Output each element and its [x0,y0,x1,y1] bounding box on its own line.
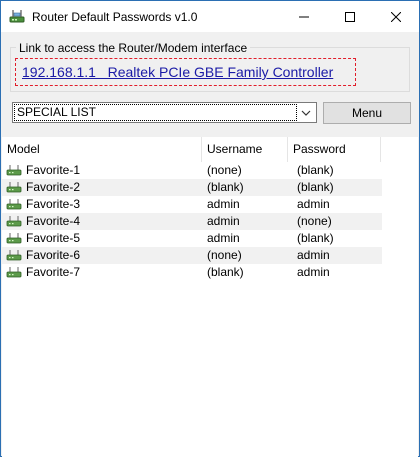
password-cell: (none) [297,214,332,228]
username-cell: (none) [207,248,242,262]
password-cell: (blank) [297,231,334,245]
table-row[interactable]: Favorite-7 (blank) admin [2,264,382,281]
model-cell: Favorite-5 [26,231,81,245]
column-header-username[interactable]: Username [202,137,288,162]
close-icon [391,11,401,22]
router-device-icon [6,182,22,193]
username-cell: admin [207,231,240,245]
list-select[interactable]: SPECIAL LIST [12,102,317,123]
model-cell: Favorite-7 [26,265,81,279]
maximize-icon [345,11,355,22]
model-cell: Favorite-3 [26,197,81,211]
router-list-view[interactable]: Model Username Password Favorite-1 (none… [2,137,418,457]
table-row[interactable]: Favorite-3 admin admin [2,196,382,213]
password-cell: admin [297,248,330,262]
menu-button[interactable]: Menu [323,102,411,124]
table-row[interactable]: Favorite-5 admin (blank) [2,230,382,247]
model-cell: Favorite-6 [26,248,81,262]
router-interface-link[interactable]: 192.168.1.1 Realtek PCIe GBE Family Cont… [22,64,333,80]
table-row[interactable]: Favorite-1 (none) (blank) [2,162,382,179]
router-app-icon [9,10,25,23]
column-header-model[interactable]: Model [2,137,202,162]
password-cell: admin [297,197,330,211]
router-device-icon [6,250,22,261]
model-cell: Favorite-4 [26,214,81,228]
password-cell: admin [297,265,330,279]
table-row[interactable]: Favorite-4 admin (none) [2,213,382,230]
list-header: Model Username Password [2,137,418,162]
close-button[interactable] [373,1,419,32]
table-row[interactable]: Favorite-6 (none) admin [2,247,382,264]
router-device-icon [6,165,22,176]
router-device-icon [6,233,22,244]
username-cell: (blank) [207,180,244,194]
app-window: Router Default Passwords v1.0 Link to ac… [0,0,420,457]
window-title: Router Default Passwords v1.0 [32,10,198,24]
link-group-label: Link to access the Router/Modem interfac… [16,41,251,55]
title-bar[interactable]: Router Default Passwords v1.0 [1,1,419,32]
model-cell: Favorite-1 [26,163,81,177]
router-link-box[interactable]: 192.168.1.1 Realtek PCIe GBE Family Cont… [15,58,356,86]
chevron-down-icon[interactable] [299,106,313,120]
password-cell: (blank) [297,163,334,177]
minimize-icon [299,16,309,17]
router-device-icon [6,199,22,210]
username-cell: admin [207,214,240,228]
minimize-button[interactable] [281,1,327,32]
model-cell: Favorite-2 [26,180,81,194]
column-header-password[interactable]: Password [288,137,381,162]
table-row[interactable]: Favorite-2 (blank) (blank) [2,179,382,196]
username-cell: admin [207,197,240,211]
router-device-icon [6,267,22,278]
maximize-button[interactable] [327,1,373,32]
username-cell: (blank) [207,265,244,279]
router-device-icon [6,216,22,227]
username-cell: (none) [207,163,242,177]
password-cell: (blank) [297,180,334,194]
list-select-value: SPECIAL LIST [14,104,297,121]
